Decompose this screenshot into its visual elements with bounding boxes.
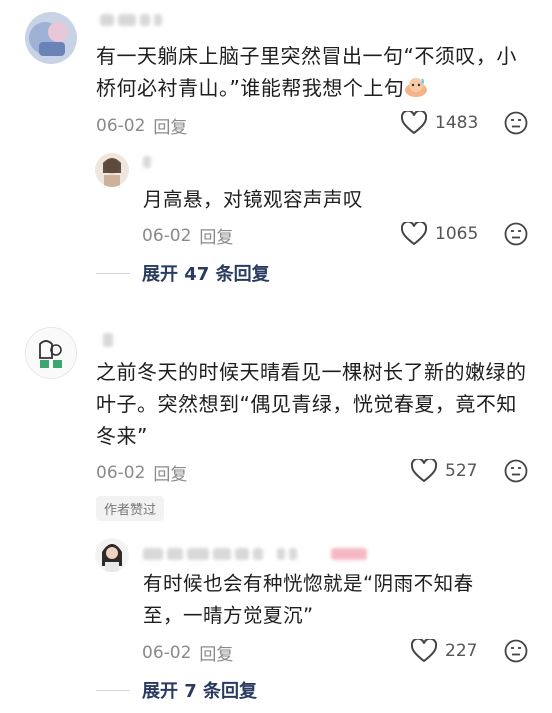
expand-replies-button[interactable]: 展开 47 条回复	[96, 260, 270, 286]
comment-meta: 06-02 回复	[96, 113, 187, 139]
reply-date: 06-02	[142, 225, 192, 246]
comment-date: 06-02	[96, 462, 146, 483]
expand-replies-label: 展开 7 条回复	[142, 681, 258, 702]
like-count: 1483	[435, 113, 479, 133]
avatar[interactable]	[25, 12, 77, 64]
reply-date: 06-02	[142, 642, 192, 663]
reply-like-button[interactable]: 1065	[401, 222, 478, 246]
comment-2: 之前冬天的时候天晴看见一棵树长了新的嫩绿的叶子。突然想到“偶见青绿，恍觉春夏，竟…	[0, 310, 552, 710]
reply-meta: 06-02 回复	[142, 223, 233, 249]
reply-username-blurred[interactable]	[143, 154, 151, 170]
reply-button[interactable]: 回复	[199, 223, 233, 248]
reply-button[interactable]: 回复	[153, 113, 187, 138]
heart-outline-icon	[411, 459, 437, 483]
reply-username-blurred[interactable]	[143, 546, 367, 562]
comment-text: 有一天躺床上脑子里突然冒出一句“不须叹，小桥何必衬青山。”谁能帮我想个上句	[96, 40, 526, 107]
like-count: 527	[445, 461, 478, 481]
sweat-emoji-icon	[404, 75, 428, 107]
username-blurred[interactable]	[100, 12, 162, 28]
reply-meta: 06-02 回复	[142, 640, 233, 666]
reply-text: 有时候也会有种恍惚就是“阴雨不知春至，一晴方觉夏沉”	[143, 572, 474, 627]
reply-like-count: 227	[445, 641, 478, 661]
meh-face-icon	[504, 111, 528, 135]
reply-dislike-button[interactable]	[504, 639, 528, 667]
reply-button[interactable]: 回复	[199, 640, 233, 665]
reply-text: 月高悬，对镜观容声声叹	[143, 188, 364, 211]
reply-button[interactable]: 回复	[153, 460, 187, 485]
meh-face-icon	[504, 459, 528, 483]
comment-1: 有一天躺床上脑子里突然冒出一句“不须叹，小桥何必衬青山。”谁能帮我想个上句 06…	[0, 0, 552, 300]
dislike-button[interactable]	[504, 111, 528, 139]
heart-outline-icon	[401, 111, 427, 135]
reply-dislike-button[interactable]	[504, 222, 528, 250]
divider	[96, 689, 130, 691]
username-blurred[interactable]	[103, 332, 113, 348]
expand-replies-label: 展开 47 条回复	[142, 264, 270, 285]
avatar[interactable]	[25, 327, 77, 379]
reply-like-count: 1065	[435, 224, 479, 244]
divider	[96, 272, 130, 274]
heart-outline-icon	[411, 639, 437, 663]
like-button[interactable]: 1483	[401, 111, 478, 135]
reply-avatar[interactable]	[95, 153, 129, 187]
author-liked-badge: 作者赞过	[96, 496, 165, 521]
like-button[interactable]: 527	[411, 459, 477, 483]
heart-outline-icon	[401, 222, 427, 246]
comment-text: 之前冬天的时候天晴看见一棵树长了新的嫩绿的叶子。突然想到“偶见青绿，恍觉春夏，竟…	[96, 360, 527, 448]
dislike-button[interactable]	[504, 459, 528, 487]
comment-date: 06-02	[96, 115, 146, 136]
expand-replies-button[interactable]: 展开 7 条回复	[96, 677, 257, 703]
comment-meta: 06-02 回复	[96, 460, 187, 486]
reply-avatar[interactable]	[95, 538, 129, 572]
meh-face-icon	[504, 222, 528, 246]
meh-face-icon	[504, 639, 528, 663]
reply-like-button[interactable]: 227	[411, 639, 477, 663]
